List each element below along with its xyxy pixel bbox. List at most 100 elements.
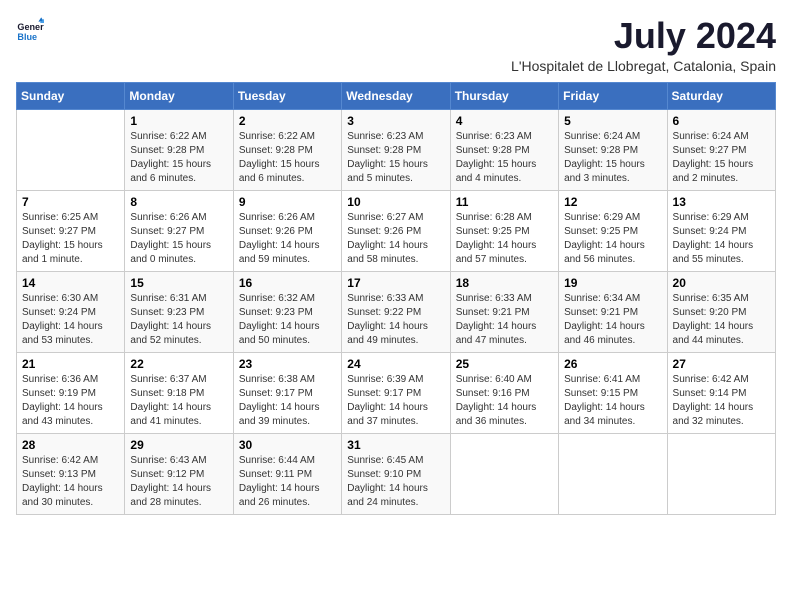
day-number: 11 xyxy=(456,195,553,209)
day-info: Sunrise: 6:27 AMSunset: 9:26 PMDaylight:… xyxy=(347,211,444,267)
weekday-header-wednesday: Wednesday xyxy=(342,82,450,109)
location-subtitle: L'Hospitalet de Llobregat, Catalonia, Sp… xyxy=(511,58,776,74)
weekday-header-tuesday: Tuesday xyxy=(233,82,341,109)
month-year-title: July 2024 xyxy=(511,16,776,56)
day-number: 8 xyxy=(130,195,227,209)
calendar-cell: 19 Sunrise: 6:34 AMSunset: 9:21 PMDayligh… xyxy=(559,271,667,352)
day-info: Sunrise: 6:22 AMSunset: 9:28 PMDaylight:… xyxy=(239,130,336,186)
calendar-cell: 15 Sunrise: 6:31 AMSunset: 9:23 PMDayligh… xyxy=(125,271,233,352)
weekday-header-row: SundayMondayTuesdayWednesdayThursdayFrid… xyxy=(17,82,776,109)
day-info: Sunrise: 6:26 AMSunset: 9:27 PMDaylight:… xyxy=(130,211,227,267)
day-info: Sunrise: 6:24 AMSunset: 9:28 PMDaylight:… xyxy=(564,130,661,186)
calendar-cell: 23Sunrise: 6:38 AMSunset: 9:17 PMDayligh… xyxy=(233,352,341,433)
day-info: Sunrise: 6:24 AMSunset: 9:27 PMDaylight:… xyxy=(673,130,770,186)
day-number: 19 xyxy=(564,276,661,290)
day-info: Sunrise: 6:36 AMSunset: 9:19 PMDaylight:… xyxy=(22,373,119,429)
calendar-cell: 24 Sunrise: 6:39 AMSunset: 9:17 PMDayligh… xyxy=(342,352,450,433)
calendar-cell: 26 Sunrise: 6:41 AMSunset: 9:15 PMDayligh… xyxy=(559,352,667,433)
day-number: 10 xyxy=(347,195,444,209)
calendar-cell: 7 Sunrise: 6:25 AMSunset: 9:27 PMDaylight… xyxy=(17,190,125,271)
calendar-table: SundayMondayTuesdayWednesdayThursdayFrid… xyxy=(16,82,776,515)
calendar-cell: 18Sunrise: 6:33 AMSunset: 9:21 PMDayligh… xyxy=(450,271,558,352)
calendar-cell: 28Sunrise: 6:42 AMSunset: 9:13 PMDayligh… xyxy=(17,433,125,514)
calendar-cell: 22 Sunrise: 6:37 AMSunset: 9:18 PMDayligh… xyxy=(125,352,233,433)
day-number: 27 xyxy=(673,357,770,371)
day-number: 24 xyxy=(347,357,444,371)
day-info: Sunrise: 6:26 AMSunset: 9:26 PMDaylight:… xyxy=(239,211,336,267)
day-number: 2 xyxy=(239,114,336,128)
calendar-cell: 2 Sunrise: 6:22 AMSunset: 9:28 PMDaylight… xyxy=(233,109,341,190)
day-info: Sunrise: 6:42 AMSunset: 9:14 PMDaylight:… xyxy=(673,373,770,429)
day-info: Sunrise: 6:40 AMSunset: 9:16 PMDaylight:… xyxy=(456,373,553,429)
day-number: 17 xyxy=(347,276,444,290)
weekday-header-saturday: Saturday xyxy=(667,82,775,109)
calendar-body: 1 Sunrise: 6:22 AMSunset: 9:28 PMDaylight… xyxy=(17,109,776,514)
day-info: Sunrise: 6:35 AMSunset: 9:20 PMDaylight:… xyxy=(673,292,770,348)
day-info: Sunrise: 6:37 AMSunset: 9:18 PMDaylight:… xyxy=(130,373,227,429)
day-number: 9 xyxy=(239,195,336,209)
day-number: 4 xyxy=(456,114,553,128)
logo: General Blue General Blue xyxy=(16,16,44,44)
calendar-cell: 12Sunrise: 6:29 AMSunset: 9:25 PMDayligh… xyxy=(559,190,667,271)
svg-text:General: General xyxy=(17,22,44,32)
calendar-week-2: 7 Sunrise: 6:25 AMSunset: 9:27 PMDaylight… xyxy=(17,190,776,271)
day-number: 28 xyxy=(22,438,119,452)
calendar-week-4: 21 Sunrise: 6:36 AMSunset: 9:19 PMDayligh… xyxy=(17,352,776,433)
calendar-cell: 6Sunrise: 6:24 AMSunset: 9:27 PMDaylight… xyxy=(667,109,775,190)
day-number: 29 xyxy=(130,438,227,452)
day-info: Sunrise: 6:23 AMSunset: 9:28 PMDaylight:… xyxy=(347,130,444,186)
day-number: 5 xyxy=(564,114,661,128)
day-info: Sunrise: 6:41 AMSunset: 9:15 PMDaylight:… xyxy=(564,373,661,429)
calendar-cell: 20 Sunrise: 6:35 AMSunset: 9:20 PMDayligh… xyxy=(667,271,775,352)
day-number: 21 xyxy=(22,357,119,371)
day-number: 20 xyxy=(673,276,770,290)
calendar-cell: 11 Sunrise: 6:28 AMSunset: 9:25 PMDayligh… xyxy=(450,190,558,271)
calendar-header: SundayMondayTuesdayWednesdayThursdayFrid… xyxy=(17,82,776,109)
calendar-cell: 13 Sunrise: 6:29 AMSunset: 9:24 PMDayligh… xyxy=(667,190,775,271)
day-info: Sunrise: 6:25 AMSunset: 9:27 PMDaylight:… xyxy=(22,211,119,267)
day-info: Sunrise: 6:39 AMSunset: 9:17 PMDaylight:… xyxy=(347,373,444,429)
day-info: Sunrise: 6:33 AMSunset: 9:22 PMDaylight:… xyxy=(347,292,444,348)
day-info: Sunrise: 6:30 AMSunset: 9:24 PMDaylight:… xyxy=(22,292,119,348)
calendar-cell: 4 Sunrise: 6:23 AMSunset: 9:28 PMDaylight… xyxy=(450,109,558,190)
calendar-week-3: 14 Sunrise: 6:30 AMSunset: 9:24 PMDayligh… xyxy=(17,271,776,352)
day-number: 12 xyxy=(564,195,661,209)
day-info: Sunrise: 6:28 AMSunset: 9:25 PMDaylight:… xyxy=(456,211,553,267)
calendar-cell: 29 Sunrise: 6:43 AMSunset: 9:12 PMDayligh… xyxy=(125,433,233,514)
day-number: 31 xyxy=(347,438,444,452)
day-number: 14 xyxy=(22,276,119,290)
calendar-cell: 1 Sunrise: 6:22 AMSunset: 9:28 PMDaylight… xyxy=(125,109,233,190)
calendar-cell: 10 Sunrise: 6:27 AMSunset: 9:26 PMDayligh… xyxy=(342,190,450,271)
day-number: 7 xyxy=(22,195,119,209)
weekday-header-friday: Friday xyxy=(559,82,667,109)
calendar-cell: 31 Sunrise: 6:45 AMSunset: 9:10 PMDayligh… xyxy=(342,433,450,514)
calendar-cell: 21 Sunrise: 6:36 AMSunset: 9:19 PMDayligh… xyxy=(17,352,125,433)
calendar-cell xyxy=(559,433,667,514)
day-info: Sunrise: 6:43 AMSunset: 9:12 PMDaylight:… xyxy=(130,454,227,510)
day-number: 13 xyxy=(673,195,770,209)
day-info: Sunrise: 6:31 AMSunset: 9:23 PMDaylight:… xyxy=(130,292,227,348)
day-number: 15 xyxy=(130,276,227,290)
calendar-cell xyxy=(17,109,125,190)
day-info: Sunrise: 6:23 AMSunset: 9:28 PMDaylight:… xyxy=(456,130,553,186)
day-number: 26 xyxy=(564,357,661,371)
svg-text:Blue: Blue xyxy=(17,32,37,42)
calendar-cell: 27 Sunrise: 6:42 AMSunset: 9:14 PMDayligh… xyxy=(667,352,775,433)
calendar-cell: 9 Sunrise: 6:26 AMSunset: 9:26 PMDaylight… xyxy=(233,190,341,271)
day-number: 22 xyxy=(130,357,227,371)
day-number: 16 xyxy=(239,276,336,290)
day-info: Sunrise: 6:22 AMSunset: 9:28 PMDaylight:… xyxy=(130,130,227,186)
day-info: Sunrise: 6:29 AMSunset: 9:24 PMDaylight:… xyxy=(673,211,770,267)
weekday-header-sunday: Sunday xyxy=(17,82,125,109)
logo-icon: General Blue xyxy=(16,16,44,44)
day-info: Sunrise: 6:45 AMSunset: 9:10 PMDaylight:… xyxy=(347,454,444,510)
page-header: General Blue General Blue July 2024 L'Ho… xyxy=(16,16,776,74)
calendar-cell: 5 Sunrise: 6:24 AMSunset: 9:28 PMDaylight… xyxy=(559,109,667,190)
day-number: 23 xyxy=(239,357,336,371)
day-info: Sunrise: 6:34 AMSunset: 9:21 PMDaylight:… xyxy=(564,292,661,348)
calendar-cell: 14 Sunrise: 6:30 AMSunset: 9:24 PMDayligh… xyxy=(17,271,125,352)
day-number: 1 xyxy=(130,114,227,128)
calendar-cell: 25Sunrise: 6:40 AMSunset: 9:16 PMDayligh… xyxy=(450,352,558,433)
calendar-cell: 3Sunrise: 6:23 AMSunset: 9:28 PMDaylight… xyxy=(342,109,450,190)
calendar-cell: 30Sunrise: 6:44 AMSunset: 9:11 PMDayligh… xyxy=(233,433,341,514)
